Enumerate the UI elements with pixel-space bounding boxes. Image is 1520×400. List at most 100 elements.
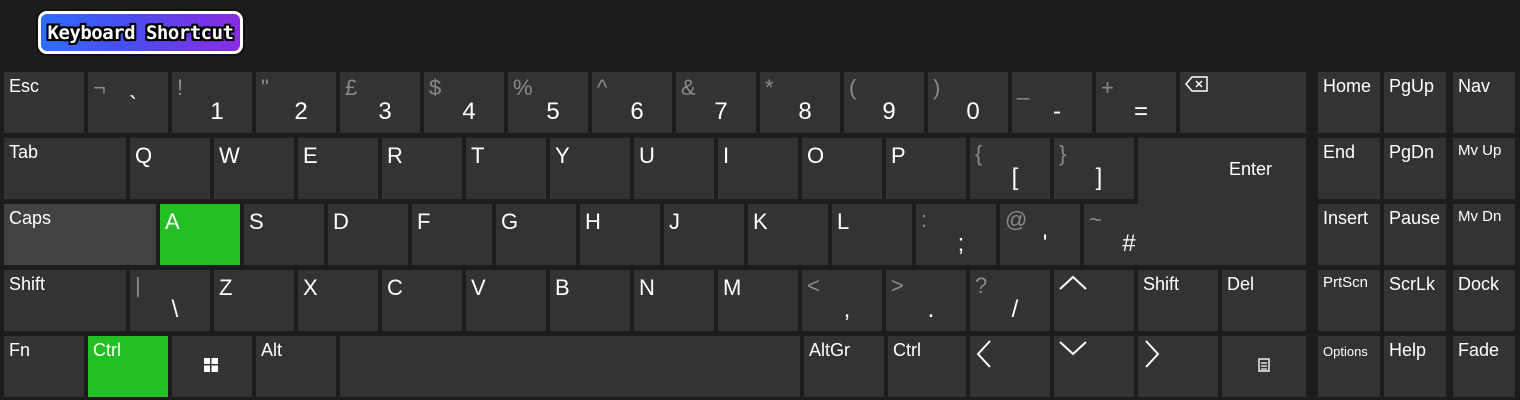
key-label: A (165, 209, 180, 234)
key-left-bracket[interactable]: { [ (970, 138, 1050, 199)
key-f[interactable]: F (412, 204, 492, 265)
key-left-shift[interactable]: Shift (4, 270, 126, 331)
key-label: E (303, 143, 318, 168)
key-arrow-down[interactable] (1054, 336, 1134, 397)
key-g[interactable]: G (496, 204, 576, 265)
key-w[interactable]: W (214, 138, 294, 199)
key-quote[interactable]: @ ' (1000, 204, 1080, 265)
key-fade[interactable]: Fade (1453, 336, 1515, 397)
key-label: S (249, 209, 264, 234)
key-windows[interactable] (172, 336, 252, 397)
key-period[interactable]: > . (886, 270, 966, 331)
key-label: X (303, 275, 318, 300)
key-3[interactable]: £ 3 (340, 72, 420, 133)
key-j[interactable]: J (664, 204, 744, 265)
keyboard-shortcut-badge: Keyboard Shortcut (38, 11, 243, 54)
key-1[interactable]: ! 1 (172, 72, 252, 133)
key-comma[interactable]: < , (802, 270, 882, 331)
key-menu[interactable] (1222, 336, 1306, 397)
key-right-ctrl[interactable]: Ctrl (888, 336, 966, 397)
key-i[interactable]: I (718, 138, 798, 199)
key-right-bracket[interactable]: } ] (1054, 138, 1134, 199)
key-equal[interactable]: + = (1096, 72, 1176, 133)
key-label: ScrLk (1389, 274, 1436, 294)
key-6[interactable]: ^ 6 (592, 72, 672, 133)
key-label: P (891, 143, 906, 168)
key-arrow-up[interactable] (1054, 270, 1134, 331)
key-h[interactable]: H (580, 204, 660, 265)
key-move-down[interactable]: Mv Dn (1453, 204, 1515, 265)
key-backslash[interactable]: | \ (130, 270, 210, 331)
key-space[interactable] (340, 336, 800, 397)
key-x[interactable]: X (298, 270, 378, 331)
main-label: # (1122, 230, 1136, 257)
key-tab[interactable]: Tab (4, 138, 126, 199)
key-right-shift[interactable]: Shift (1138, 270, 1218, 331)
on-screen-keyboard: Keyboard Shortcut Esc ¬ ` ! 1 " 2 £ 3 $ … (0, 0, 1520, 400)
key-m[interactable]: M (718, 270, 798, 331)
key-c[interactable]: C (382, 270, 462, 331)
key-s[interactable]: S (244, 204, 324, 265)
key-fn[interactable]: Fn (4, 336, 84, 397)
key-help[interactable]: Help (1384, 336, 1446, 397)
key-label: Ctrl (93, 340, 121, 360)
key-label: I (723, 143, 730, 168)
key-prtscn[interactable]: PrtScn (1318, 270, 1380, 331)
key-z[interactable]: Z (214, 270, 294, 331)
key-v[interactable]: V (466, 270, 546, 331)
key-minus[interactable]: _ - (1012, 72, 1092, 133)
main-label: - (1053, 98, 1061, 125)
key-5[interactable]: % 5 (508, 72, 588, 133)
key-home[interactable]: Home (1318, 72, 1380, 133)
key-label: Options (1323, 344, 1368, 359)
key-t[interactable]: T (466, 138, 546, 199)
key-9[interactable]: ( 9 (844, 72, 924, 133)
key-end[interactable]: End (1318, 138, 1380, 199)
key-o[interactable]: O (802, 138, 882, 199)
key-left-ctrl[interactable]: Ctrl (88, 336, 168, 397)
key-q[interactable]: Q (130, 138, 210, 199)
key-grave[interactable]: ¬ ` (88, 72, 168, 133)
main-label: 1 (210, 98, 224, 125)
key-move-up[interactable]: Mv Up (1453, 138, 1515, 199)
key-slash[interactable]: ? / (970, 270, 1050, 331)
key-label: Dock (1458, 274, 1500, 294)
key-0[interactable]: ) 0 (928, 72, 1008, 133)
key-hash[interactable]: ~ # (1084, 204, 1164, 265)
key-nav[interactable]: Nav (1453, 72, 1515, 133)
key-arrow-right[interactable] (1138, 336, 1218, 397)
key-d[interactable]: D (328, 204, 408, 265)
key-insert[interactable]: Insert (1318, 204, 1380, 265)
main-label: 3 (378, 98, 392, 125)
key-l[interactable]: L (832, 204, 912, 265)
key-r[interactable]: R (382, 138, 462, 199)
key-y[interactable]: Y (550, 138, 630, 199)
key-semicolon[interactable]: : ; (916, 204, 996, 265)
key-scrlk[interactable]: ScrLk (1384, 270, 1446, 331)
key-b[interactable]: B (550, 270, 630, 331)
key-8[interactable]: * 8 (760, 72, 840, 133)
key-n[interactable]: N (634, 270, 714, 331)
key-4[interactable]: $ 4 (424, 72, 504, 133)
key-2[interactable]: " 2 (256, 72, 336, 133)
backspace-icon (1185, 76, 1209, 92)
key-k[interactable]: K (748, 204, 828, 265)
key-del[interactable]: Del (1222, 270, 1306, 331)
key-alt[interactable]: Alt (256, 336, 336, 397)
key-pgdn[interactable]: PgDn (1384, 138, 1446, 199)
key-a[interactable]: A (160, 204, 240, 265)
key-pgup[interactable]: PgUp (1384, 72, 1446, 133)
key-options[interactable]: Options (1318, 336, 1380, 397)
key-dock[interactable]: Dock (1453, 270, 1515, 331)
key-pause[interactable]: Pause (1384, 204, 1446, 265)
key-arrow-left[interactable] (970, 336, 1050, 397)
key-altgr[interactable]: AltGr (804, 336, 884, 397)
key-7[interactable]: & 7 (676, 72, 756, 133)
key-esc[interactable]: Esc (4, 72, 84, 133)
key-label: Pause (1389, 208, 1441, 228)
key-e[interactable]: E (298, 138, 378, 199)
key-u[interactable]: U (634, 138, 714, 199)
key-backspace[interactable] (1180, 72, 1306, 133)
key-caps[interactable]: Caps (4, 204, 156, 265)
key-p[interactable]: P (886, 138, 966, 199)
